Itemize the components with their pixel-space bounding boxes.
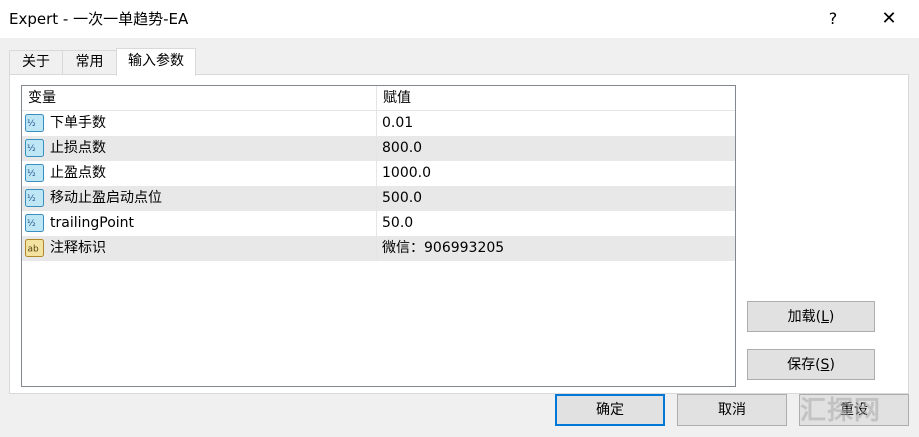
numeric-value-icon: ½ — [25, 164, 44, 182]
parameter-name: 止损点数 — [50, 140, 106, 156]
parameter-value[interactable]: 微信：906993205 — [382, 236, 722, 261]
tab-page-input-parameters: 变量 赋值 ½ 下单手数 0.01 ½ 止损点数 800.0 ½ 止盈点数 10… — [9, 74, 909, 394]
close-button[interactable]: ✕ — [866, 4, 912, 34]
reset-button[interactable]: 重设 — [799, 394, 909, 426]
close-icon: ✕ — [881, 8, 897, 29]
tab-input-parameters[interactable]: 输入参数 — [116, 48, 196, 76]
svg-text:½: ½ — [27, 144, 36, 154]
tab-about[interactable]: 关于 — [9, 50, 63, 74]
column-header-variable[interactable]: 变量 — [22, 86, 377, 110]
load-button[interactable]: 加载(L) — [747, 301, 875, 332]
numeric-value-icon: ½ — [25, 189, 44, 207]
cancel-button[interactable]: 取消 — [677, 394, 787, 426]
ok-button[interactable]: 确定 — [555, 394, 665, 426]
table-row[interactable]: ½ trailingPoint 50.0 — [22, 211, 735, 236]
table-row[interactable]: ab 注释标识 微信：906993205 — [22, 236, 735, 261]
help-icon: ? — [828, 9, 838, 28]
parameter-name: 下单手数 — [50, 115, 106, 131]
table-row[interactable]: ½ 止损点数 800.0 — [22, 136, 735, 161]
table-row[interactable]: ½ 止盈点数 1000.0 — [22, 161, 735, 186]
parameter-value[interactable]: 50.0 — [382, 211, 722, 236]
table-row[interactable]: ½ 下单手数 0.01 — [22, 111, 735, 136]
numeric-value-icon: ½ — [25, 114, 44, 132]
save-button[interactable]: 保存(S) — [747, 349, 875, 380]
help-button[interactable]: ? — [810, 4, 856, 34]
parameters-list[interactable]: 变量 赋值 ½ 下单手数 0.01 ½ 止损点数 800.0 ½ 止盈点数 10… — [21, 85, 736, 387]
parameter-value[interactable]: 0.01 — [382, 111, 722, 136]
tab-common[interactable]: 常用 — [62, 50, 117, 74]
window-title: Expert - 一次一单趋势-EA — [9, 10, 189, 28]
parameter-name: 移动止盈启动点位 — [50, 190, 162, 206]
string-value-icon: ab — [25, 239, 44, 257]
svg-text:½: ½ — [27, 219, 36, 229]
svg-text:ab: ab — [28, 245, 40, 255]
svg-text:½: ½ — [27, 194, 36, 204]
dialog-body: 关于 常用 输入参数 变量 赋值 ½ 下单手数 0.01 ½ 止损点数 800.… — [0, 38, 919, 437]
parameter-value[interactable]: 1000.0 — [382, 161, 722, 186]
parameter-name: 止盈点数 — [50, 165, 106, 181]
title-bar: Expert - 一次一单趋势-EA ? ✕ — [0, 0, 919, 38]
svg-text:½: ½ — [27, 119, 36, 129]
parameter-value[interactable]: 500.0 — [382, 186, 722, 211]
list-header: 变量 赋值 — [22, 86, 735, 111]
column-header-value[interactable]: 赋值 — [377, 86, 733, 110]
parameter-value[interactable]: 800.0 — [382, 136, 722, 161]
numeric-value-icon: ½ — [25, 214, 44, 232]
svg-text:½: ½ — [27, 169, 36, 179]
numeric-value-icon: ½ — [25, 139, 44, 157]
table-row[interactable]: ½ 移动止盈启动点位 500.0 — [22, 186, 735, 211]
parameter-name: trailingPoint — [50, 215, 135, 231]
parameter-name: 注释标识 — [50, 240, 106, 256]
